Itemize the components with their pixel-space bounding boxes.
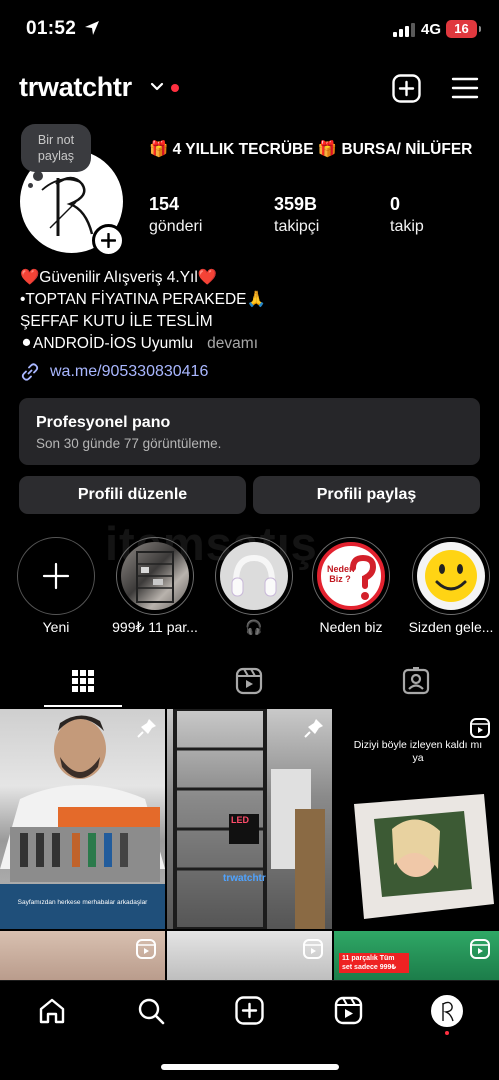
headphones-image [231,554,277,597]
status-bar: 01:52 4G 16 [0,0,499,60]
reel-icon [136,939,156,959]
highlight-item[interactable]: 🎧 [215,537,293,635]
link-icon [21,363,39,381]
dashboard-subtitle: Son 30 günde 77 görüntüleme. [36,436,222,451]
chevron-down-icon[interactable] [150,82,164,92]
profile-category: 🎁 4 YILLIK TECRÜBE 🎁 BURSA/ NİLÜFER [149,141,473,158]
share-profile-button[interactable]: Profili paylaş [253,476,480,514]
stat-followers[interactable]: 359B takipçi [274,194,319,236]
menu-icon[interactable] [451,76,479,100]
home-icon[interactable] [38,997,66,1025]
stat-value: 154 [149,194,180,214]
pin-icon [137,719,156,738]
bio-line: ⚫ANDROİD-İOS Uyumlu [20,335,194,352]
notification-dot [445,1031,449,1035]
post-thumbnail[interactable]: Diziyi böyle izleyen kaldı mı ya [334,709,499,929]
highlight-label: 999₺ 11 par... [112,619,198,635]
plus-icon [42,562,70,590]
location-arrow-icon [85,21,99,35]
post-image [173,709,325,929]
reels-icon[interactable] [334,996,363,1025]
note-bubble-tail [28,183,33,188]
bio-link[interactable]: wa.me/905330830416 [20,362,208,382]
post-caption: Sayfamızdan herkese merhabalar arkadaşla… [17,899,148,906]
professional-dashboard[interactable]: Profesyonel pano Son 30 günde 77 görüntü… [19,398,480,465]
highlight-item[interactable]: 999₺ 11 par... [112,537,198,635]
post-image [0,715,165,929]
signal-icon [393,23,415,37]
note-bubble[interactable]: Bir not paylaş [21,124,91,172]
stat-following[interactable]: 0 takip [390,194,424,236]
reel-icon [470,718,490,738]
reel-icon [303,939,323,959]
note-bubble-tail [33,171,43,181]
bio-line: •TOPTAN FİYATINA PERAKEDE🙏 [20,291,266,308]
add-story-button[interactable] [92,224,125,257]
post-watermark: trwatchtr [223,873,266,884]
post-thumbnail[interactable]: Sayfamızdan herkese merhabalar arkadaşla… [0,709,165,929]
battery-icon: 16 [446,20,481,38]
home-indicator [161,1064,339,1070]
edit-profile-button[interactable]: Profili düzenle [19,476,246,514]
highlight-item[interactable]: Neden Biz ? Neden biz [312,537,390,635]
active-tab-indicator [44,705,122,707]
highlight-label: Yeni [42,619,70,635]
search-icon[interactable] [137,997,165,1025]
tab-grid-icon[interactable] [72,670,94,692]
smiley-icon [425,550,477,602]
post-thumbnail[interactable]: LED trwatchtr [167,709,332,929]
bio-line: ŞEFFAF KUTU İLE TESLİM [20,313,213,330]
post-thumbnail[interactable]: 11 parçalık Tüm set sadece 999₺ [334,931,499,983]
highlight-thumbnail: Neden Biz ? [317,542,385,610]
notification-dot [171,84,179,92]
highlight-item[interactable]: Sizden gele... [409,537,493,635]
post-thumbnail[interactable] [167,931,332,983]
highlight-label: 🎧 [245,619,263,635]
profile-username[interactable]: trwatchtr [19,72,132,103]
bio-link-text: wa.me/905330830416 [50,363,209,380]
bio-line: ❤️Güvenilir Alışveriş 4.Yıl❤️ [20,269,218,286]
status-time: 01:52 [26,18,77,39]
stat-posts[interactable]: 154 gönderi [149,194,202,236]
stat-value: 0 [390,194,401,214]
plus-icon [101,233,116,248]
dashboard-title: Profesyonel pano [36,414,171,431]
highlight-label: Neden biz [319,619,383,635]
stat-value: 359B [274,194,318,214]
bio-more-link[interactable]: devamı [207,335,258,352]
content-tabs [0,660,499,708]
highlight-new[interactable]: Yeni [17,537,95,635]
highlight-label: Sizden gele... [408,619,494,635]
question-mark-icon [350,554,377,600]
highlight-thumbnail [121,542,189,610]
post-image [354,794,494,919]
bio-line-last: ⚫ANDROİD-İOS Uyumlu devamı [20,333,258,355]
stat-label: gönderi [149,218,203,235]
network-type: 4G [421,21,442,38]
pin-icon [304,719,323,738]
logo-monogram-icon [442,1001,454,1022]
highlight-thumbnail [220,542,288,610]
stat-label: takip [390,218,424,235]
create-plus-icon[interactable] [392,74,421,103]
tab-tagged-icon[interactable] [402,667,430,695]
post-led-sign: LED [231,815,249,825]
reel-icon [470,939,490,959]
post-caption: Diziyi böyle izleyen kaldı mı ya [353,739,483,764]
post-thumbnail[interactable] [0,931,165,983]
highlight-thumbnail [417,542,485,610]
tab-reels-icon[interactable] [235,667,263,695]
post-caption: 11 parçalık Tüm set sadece 999₺ [339,953,409,973]
profile-tab-avatar[interactable] [431,995,463,1027]
create-icon[interactable] [235,996,264,1025]
stat-label: takipçi [274,218,320,235]
shelf-image [136,551,174,603]
